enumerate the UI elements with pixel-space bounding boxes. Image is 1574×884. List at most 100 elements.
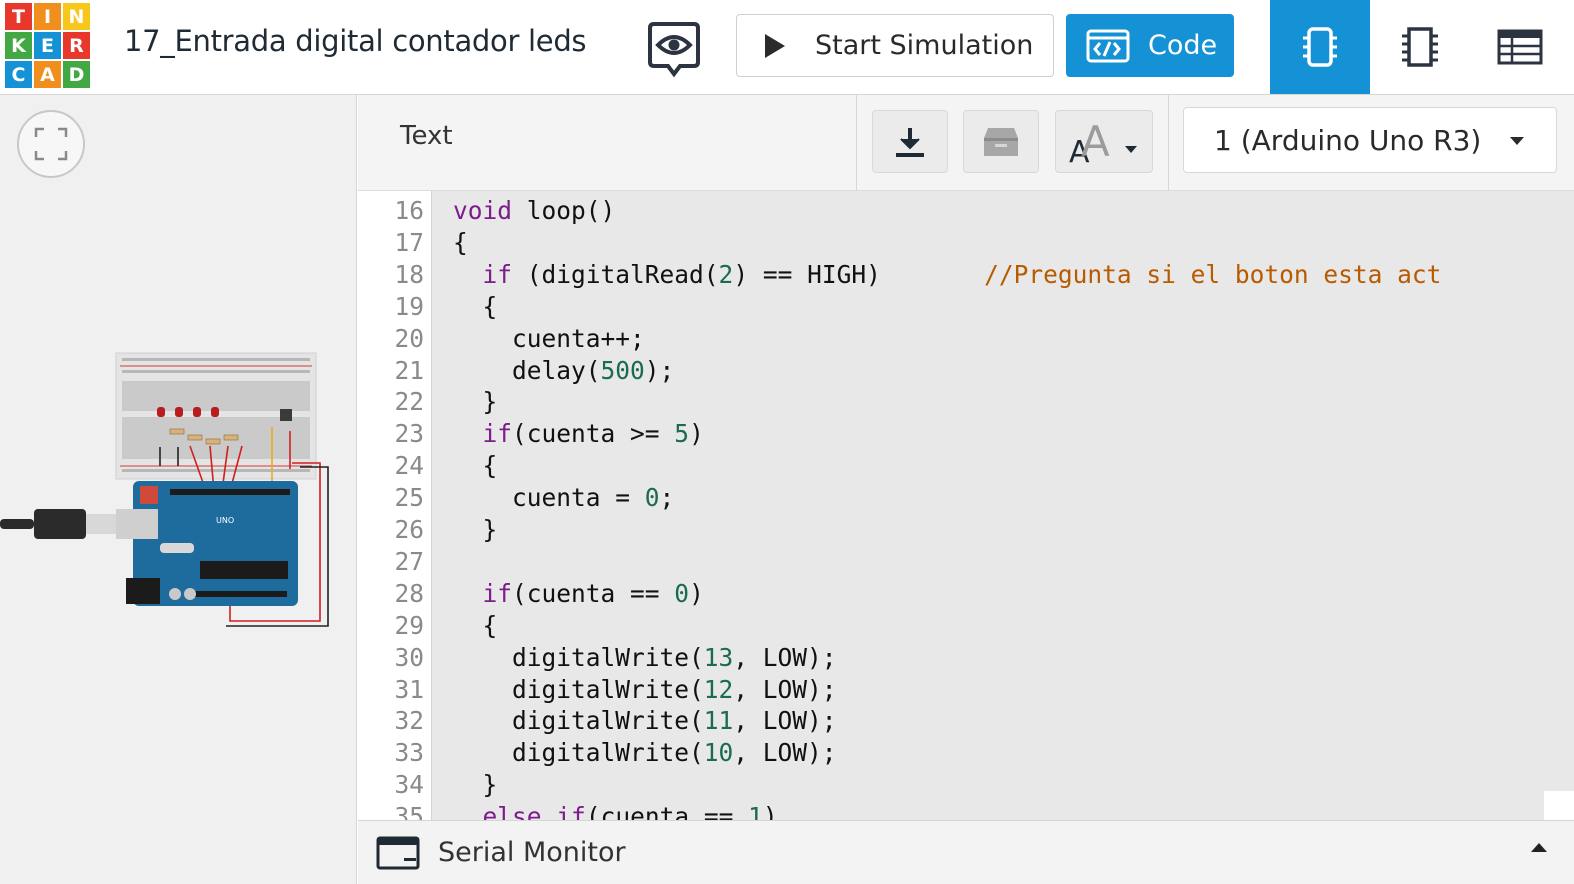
line-number: 19: [394, 291, 424, 321]
start-simulation-label: Start Simulation: [815, 30, 1034, 61]
breadboard-icon: [1303, 27, 1337, 67]
svg-text:UNO: UNO: [216, 516, 234, 525]
line-number: 34: [394, 770, 424, 800]
code-text: digitalWrite(12, LOW);: [453, 674, 837, 704]
eye-icon[interactable]: [648, 20, 700, 78]
code-line[interactable]: 34 }: [358, 769, 1574, 801]
code-line[interactable]: 28 if(cuenta == 0): [358, 578, 1574, 610]
chip-icon: [1402, 27, 1438, 67]
line-number: 26: [394, 515, 424, 544]
top-bar: TIN KER CAD 17_Entrada digital contador le…: [0, 0, 1574, 95]
code-line[interactable]: 27: [358, 546, 1574, 578]
code-text: }: [453, 515, 498, 544]
project-title[interactable]: 17_Entrada digital contador leds: [124, 24, 587, 58]
code-text: if (digitalRead(2) == HIGH) //Pregunta s…: [482, 259, 1442, 289]
code-text: cuenta++;: [453, 323, 645, 353]
code-line[interactable]: 22 }: [358, 386, 1574, 418]
code-line[interactable]: 32 digitalWrite(11, LOW);: [358, 705, 1574, 737]
code-text: digitalWrite(11, LOW);: [453, 706, 837, 736]
code-line[interactable]: 30 digitalWrite(13, LOW);: [358, 642, 1574, 674]
logo-letter: D: [63, 61, 90, 88]
code-line[interactable]: 20 cuenta++;: [358, 323, 1574, 355]
code-line[interactable]: 18 if (digitalRead(2) == HIGH) //Pregunt…: [358, 259, 1574, 291]
code-line[interactable]: 35 else if(cuenta == 1): [358, 801, 1574, 820]
line-number: 16: [394, 196, 424, 225]
code-line[interactable]: 33 digitalWrite(10, LOW);: [358, 737, 1574, 769]
line-number: 21: [394, 355, 424, 385]
archive-icon: [984, 127, 1018, 156]
serial-monitor-bar[interactable]: Serial Monitor: [358, 820, 1574, 884]
logo-letter: R: [63, 32, 90, 59]
code-line[interactable]: 29 {: [358, 610, 1574, 642]
code-line[interactable]: 19 {: [358, 291, 1574, 323]
fit-view-button[interactable]: [17, 110, 85, 178]
device-select[interactable]: 1 (Arduino Uno R3): [1183, 107, 1557, 173]
code-text: {: [453, 291, 498, 321]
code-line[interactable]: 17 {: [358, 227, 1574, 259]
code-icon: [1086, 29, 1130, 62]
logo-letter: K: [5, 32, 32, 59]
code-text: digitalWrite(10, LOW);: [453, 738, 837, 768]
code-button[interactable]: Code: [1066, 14, 1234, 77]
download-icon: [896, 127, 924, 157]
code-text: {: [453, 610, 498, 640]
code-text: void loop(): [453, 196, 616, 225]
circuit-view-button[interactable]: [1270, 0, 1370, 94]
code-text: if(cuenta >= 5): [482, 419, 704, 449]
font-size-icon: A A: [1069, 120, 1137, 164]
start-simulation-button[interactable]: Start Simulation: [736, 14, 1054, 77]
code-text: digitalWrite(13, LOW);: [453, 642, 837, 672]
logo-letter: T: [5, 3, 32, 30]
code-line[interactable]: 31 digitalWrite(12, LOW);: [358, 674, 1574, 706]
code-line[interactable]: 21 delay(500);: [358, 355, 1574, 387]
chevron-up-icon[interactable]: [1531, 843, 1547, 852]
chevron-down-icon: [1510, 137, 1524, 145]
code-line[interactable]: 25 cuenta = 0;: [358, 482, 1574, 514]
line-number: 35: [394, 802, 424, 820]
code-line[interactable]: 23 if(cuenta >= 5): [358, 418, 1574, 450]
svg-text:A: A: [1081, 120, 1110, 164]
line-number: 18: [394, 259, 424, 289]
editor-mode-select[interactable]: Text: [400, 121, 453, 151]
code-editor[interactable]: 16 void loop() 17 {18 if (digitalRead(2) ==…: [358, 191, 1574, 820]
schematic-view-button[interactable]: [1370, 0, 1470, 94]
code-text: {: [453, 227, 468, 257]
component-list-button[interactable]: [1470, 0, 1570, 94]
tinkercad-logo[interactable]: TIN KER CAD: [5, 3, 92, 89]
code-text: }: [453, 770, 498, 800]
line-number: 17: [394, 227, 424, 257]
code-text: }: [453, 387, 498, 417]
line-number: 32: [394, 706, 424, 736]
code-line[interactable]: 16 void loop(): [358, 195, 1574, 227]
line-number: 27: [394, 546, 424, 576]
line-number: 29: [394, 610, 424, 640]
code-line[interactable]: 24 {: [358, 450, 1574, 482]
device-select-label: 1 (Arduino Uno R3): [1214, 123, 1482, 157]
play-icon: [765, 33, 785, 58]
logo-letter: A: [34, 61, 61, 88]
line-number: 23: [394, 419, 424, 449]
circuit-diagram[interactable]: UNO: [0, 351, 340, 631]
line-number: 33: [394, 738, 424, 768]
download-code-button[interactable]: [872, 110, 948, 173]
code-text: delay(500);: [453, 355, 675, 385]
font-size-button[interactable]: A A: [1055, 110, 1153, 173]
terminal-icon: [376, 836, 420, 869]
logo-letter: I: [34, 3, 61, 30]
circuit-canvas[interactable]: UNO: [0, 95, 357, 884]
line-number: 22: [394, 387, 424, 417]
header-divider: [1168, 95, 1169, 191]
logo-letter: C: [5, 61, 32, 88]
logo-letter: N: [63, 3, 90, 30]
code-line[interactable]: 26 }: [358, 514, 1574, 546]
library-button[interactable]: [963, 110, 1039, 173]
logo-letter: E: [34, 32, 61, 59]
line-number: 31: [394, 674, 424, 704]
line-number: 20: [394, 323, 424, 353]
line-number: 28: [394, 578, 424, 608]
code-button-label: Code: [1148, 30, 1218, 61]
code-text: {: [453, 451, 498, 481]
code-text: if(cuenta == 0): [482, 578, 704, 608]
list-icon: [1497, 29, 1543, 65]
code-panel-header: Text A A 1 (Arduino Uno R3): [358, 95, 1574, 191]
